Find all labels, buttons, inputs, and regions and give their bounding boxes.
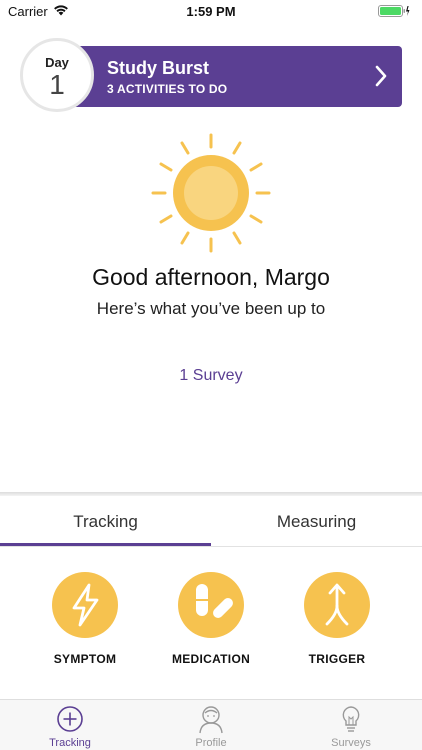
tabbar-label-surveys: Surveys	[331, 737, 371, 749]
study-burst-banner[interactable]: Study Burst 3 ACTIVITIES TO DO	[60, 46, 402, 107]
medication-button[interactable]: MEDICATION	[141, 572, 281, 666]
symptom-circle	[52, 572, 118, 638]
survey-count-link[interactable]: 1 Survey	[0, 367, 422, 385]
sun-icon	[150, 132, 272, 254]
day-label: Day	[45, 55, 69, 70]
tabbar-label-profile: Profile	[195, 737, 227, 749]
battery-icon	[378, 5, 410, 17]
tabbar-item-profile[interactable]: Profile	[141, 704, 281, 749]
tabbar-label-tracking: Tracking	[49, 737, 91, 749]
trigger-label: TRIGGER	[308, 652, 366, 666]
study-burst-subtitle: 3 ACTIVITIES TO DO	[107, 82, 228, 96]
medication-circle	[178, 572, 244, 638]
panel-divider	[0, 492, 422, 496]
status-bar: Carrier 1:59 PM	[0, 0, 422, 22]
chevron-right-icon	[374, 65, 388, 92]
study-burst-title: Study Burst	[107, 58, 210, 78]
greeting-subtitle: Here’s what you’ve been up to	[96, 299, 326, 318]
tab-tracking[interactable]: Tracking	[0, 512, 211, 532]
greeting-title: Good afternoon, Margo	[92, 264, 330, 290]
tab-divider	[0, 546, 422, 547]
merge-arrow-icon	[325, 583, 349, 626]
symptom-label: SYMPTOM	[53, 652, 117, 666]
symptom-button[interactable]: SYMPTOM	[15, 572, 155, 666]
medication-label: MEDICATION	[171, 652, 251, 666]
day-number: 1	[49, 69, 65, 100]
plus-circle-icon	[55, 704, 85, 734]
lightning-icon	[72, 583, 99, 627]
person-icon	[196, 704, 226, 734]
tabbar-item-tracking[interactable]: Tracking	[0, 704, 140, 749]
trigger-button[interactable]: TRIGGER	[267, 572, 407, 666]
tabbar-item-surveys[interactable]: Surveys	[281, 704, 421, 749]
bottom-tab-bar: Tracking Profile Surveys	[0, 699, 422, 750]
trigger-circle	[304, 572, 370, 638]
status-time: 1:59 PM	[186, 4, 236, 19]
day-counter: Day 1	[20, 38, 94, 112]
tab-measuring[interactable]: Measuring	[211, 512, 422, 532]
lightbulb-icon	[336, 704, 366, 734]
pills-icon	[196, 584, 233, 618]
